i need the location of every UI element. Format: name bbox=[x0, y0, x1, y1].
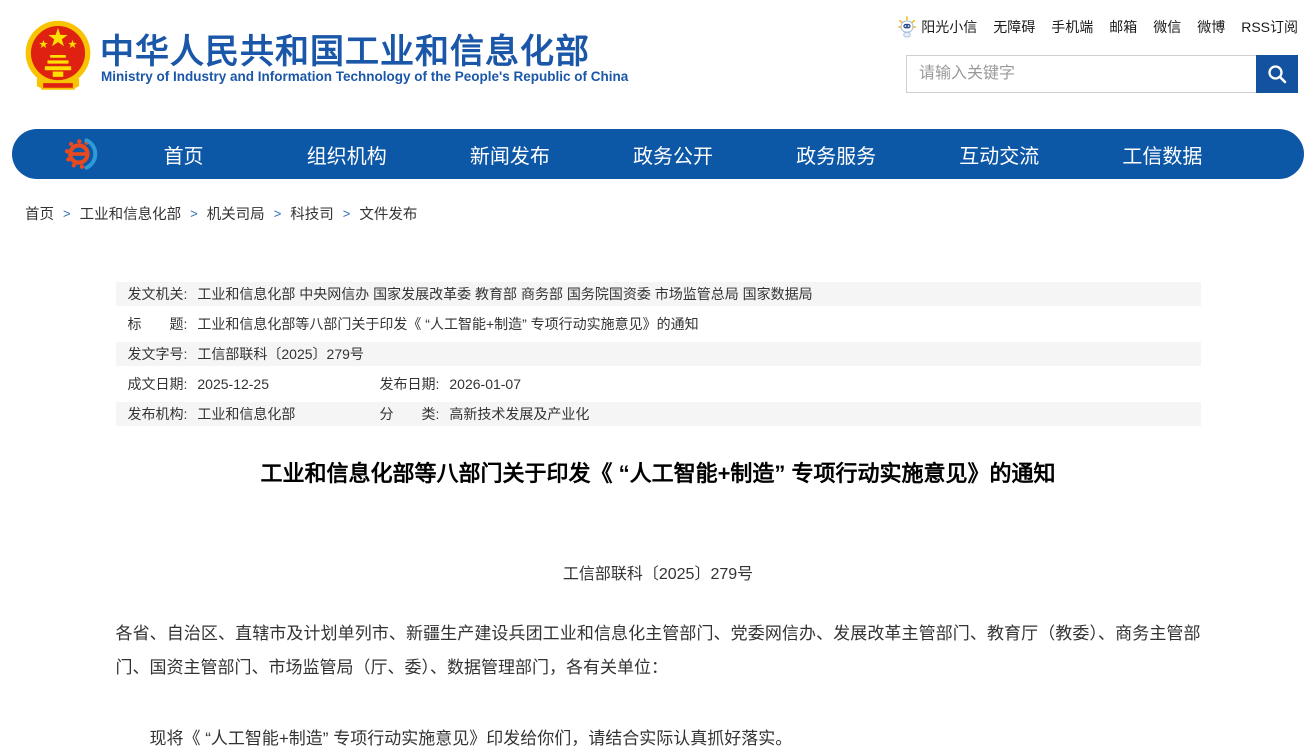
site-header: 中华人民共和国工业和信息化部 Ministry of Industry and … bbox=[0, 0, 1316, 125]
meta-value: 工业和信息化部 中央网信办 国家发展改革委 教育部 商务部 国务院国资委 市场监… bbox=[197, 285, 812, 303]
breadcrumb-separator: > bbox=[343, 206, 351, 221]
meta-label: 发文字号: bbox=[128, 345, 188, 363]
meta-label: 发文机关: bbox=[128, 285, 188, 303]
document-number: 工信部联科〔2025〕279号 bbox=[116, 560, 1201, 584]
quick-link-label: 邮箱 bbox=[1109, 17, 1137, 37]
search-bar bbox=[906, 55, 1298, 93]
meta-label: 发布机构: bbox=[128, 405, 188, 423]
quick-link-label: 微博 bbox=[1197, 17, 1225, 37]
meta-row-publisher-category: 发布机构: 工业和信息化部 分 类: 高新技术发展及产业化 bbox=[116, 402, 1201, 426]
quick-link-mail[interactable]: 邮箱 bbox=[1109, 17, 1137, 37]
quick-link-label: 微信 bbox=[1153, 17, 1181, 37]
main-nav: 首页 组织机构 新闻发布 政务公开 政务服务 互动交流 工信数据 bbox=[12, 129, 1304, 179]
meta-label: 发布日期: bbox=[380, 375, 440, 393]
quick-link-label: 阳光小信 bbox=[921, 17, 977, 37]
meta-row-title: 标 题: 工业和信息化部等八部门关于印发《 “人工智能+制造” 专项行动实施意见… bbox=[116, 312, 1201, 336]
nav-item-miit-data[interactable]: 工信数据 bbox=[1081, 140, 1244, 169]
quick-link-label: RSS订阅 bbox=[1241, 17, 1298, 37]
nav-item-news[interactable]: 新闻发布 bbox=[428, 140, 591, 169]
search-input[interactable] bbox=[906, 55, 1256, 93]
meta-row-dates: 成文日期: 2025-12-25 发布日期: 2026-01-07 bbox=[116, 372, 1201, 396]
national-emblem-icon bbox=[25, 18, 91, 104]
nav-item-home[interactable]: 首页 bbox=[102, 140, 265, 169]
search-icon bbox=[1266, 63, 1288, 85]
breadcrumb-separator: > bbox=[63, 206, 71, 221]
meta-value: 工业和信息化部 bbox=[197, 405, 295, 423]
document-title: 工业和信息化部等八部门关于印发《 “人工智能+制造” 专项行动实施意见》的通知 bbox=[116, 456, 1201, 488]
quick-links: 阳光小信 无障碍 手机端 邮箱 微信 微博 RSS订阅 bbox=[898, 16, 1298, 38]
quick-link-mobile[interactable]: 手机端 bbox=[1051, 17, 1093, 37]
meta-label: 标 题: bbox=[128, 315, 188, 333]
meta-row-issuing-authority: 发文机关: 工业和信息化部 中央网信办 国家发展改革委 教育部 商务部 国务院国… bbox=[116, 282, 1201, 306]
document-page: 发文机关: 工业和信息化部 中央网信办 国家发展改革委 教育部 商务部 国务院国… bbox=[116, 282, 1201, 747]
meta-value: 2025-12-25 bbox=[197, 375, 269, 393]
site-title: 中华人民共和国工业和信息化部 bbox=[100, 24, 590, 73]
meta-value: 高新技术发展及产业化 bbox=[449, 405, 589, 423]
breadcrumb-document-release[interactable]: 文件发布 bbox=[359, 203, 417, 224]
site-subtitle: Ministry of Industry and Information Tec… bbox=[101, 69, 628, 84]
meta-value: 工业和信息化部等八部门关于印发《 “人工智能+制造” 专项行动实施意见》的通知 bbox=[197, 315, 698, 333]
meta-value: 2026-01-07 bbox=[449, 375, 521, 393]
quick-link-accessibility[interactable]: 无障碍 bbox=[993, 17, 1035, 37]
quick-link-wechat[interactable]: 微信 bbox=[1153, 17, 1181, 37]
quick-link-label: 手机端 bbox=[1051, 17, 1093, 37]
breadcrumb-separator: > bbox=[274, 206, 282, 221]
miit-gear-logo-icon bbox=[62, 134, 102, 174]
quick-link-sunshine[interactable]: 阳光小信 bbox=[897, 16, 977, 38]
meta-row-document-number: 发文字号: 工信部联科〔2025〕279号 bbox=[116, 342, 1201, 366]
quick-link-label: 无障碍 bbox=[993, 17, 1035, 37]
quick-link-rss[interactable]: RSS订阅 bbox=[1241, 17, 1298, 37]
breadcrumb-departments[interactable]: 机关司局 bbox=[207, 203, 265, 224]
document-paragraph-salutation: 各省、自治区、直辖市及计划单列市、新疆生产建设兵团工业和信息化主管部门、党委网信… bbox=[116, 617, 1201, 685]
meta-cell-publisher: 发布机构: 工业和信息化部 bbox=[128, 405, 380, 423]
nav-item-gov-disclosure[interactable]: 政务公开 bbox=[591, 140, 754, 169]
header-utilities: 阳光小信 无障碍 手机端 邮箱 微信 微博 RSS订阅 bbox=[898, 16, 1298, 93]
meta-label: 成文日期: bbox=[128, 375, 188, 393]
nav-items: 首页 组织机构 新闻发布 政务公开 政务服务 互动交流 工信数据 bbox=[102, 140, 1244, 169]
search-button[interactable] bbox=[1256, 55, 1298, 93]
nav-item-gov-services[interactable]: 政务服务 bbox=[755, 140, 918, 169]
meta-cell-written-date: 成文日期: 2025-12-25 bbox=[128, 375, 380, 393]
nav-item-organization[interactable]: 组织机构 bbox=[265, 140, 428, 169]
meta-value: 工信部联科〔2025〕279号 bbox=[197, 345, 364, 363]
breadcrumb: 首页 > 工业和信息化部 > 机关司局 > 科技司 > 文件发布 bbox=[25, 203, 1316, 224]
meta-label: 分 类: bbox=[380, 405, 440, 423]
nav-item-interaction[interactable]: 互动交流 bbox=[918, 140, 1081, 169]
document-paragraph-body: 现将《 “人工智能+制造” 专项行动实施意见》印发给你们，请结合实际认真抓好落实… bbox=[116, 722, 1201, 747]
breadcrumb-separator: > bbox=[190, 206, 198, 221]
quick-link-weibo[interactable]: 微博 bbox=[1197, 17, 1225, 37]
sunshine-robot-mascot-icon bbox=[897, 16, 917, 38]
breadcrumb-miit[interactable]: 工业和信息化部 bbox=[80, 203, 182, 224]
breadcrumb-home[interactable]: 首页 bbox=[25, 203, 54, 224]
breadcrumb-science-tech-dept[interactable]: 科技司 bbox=[290, 203, 334, 224]
